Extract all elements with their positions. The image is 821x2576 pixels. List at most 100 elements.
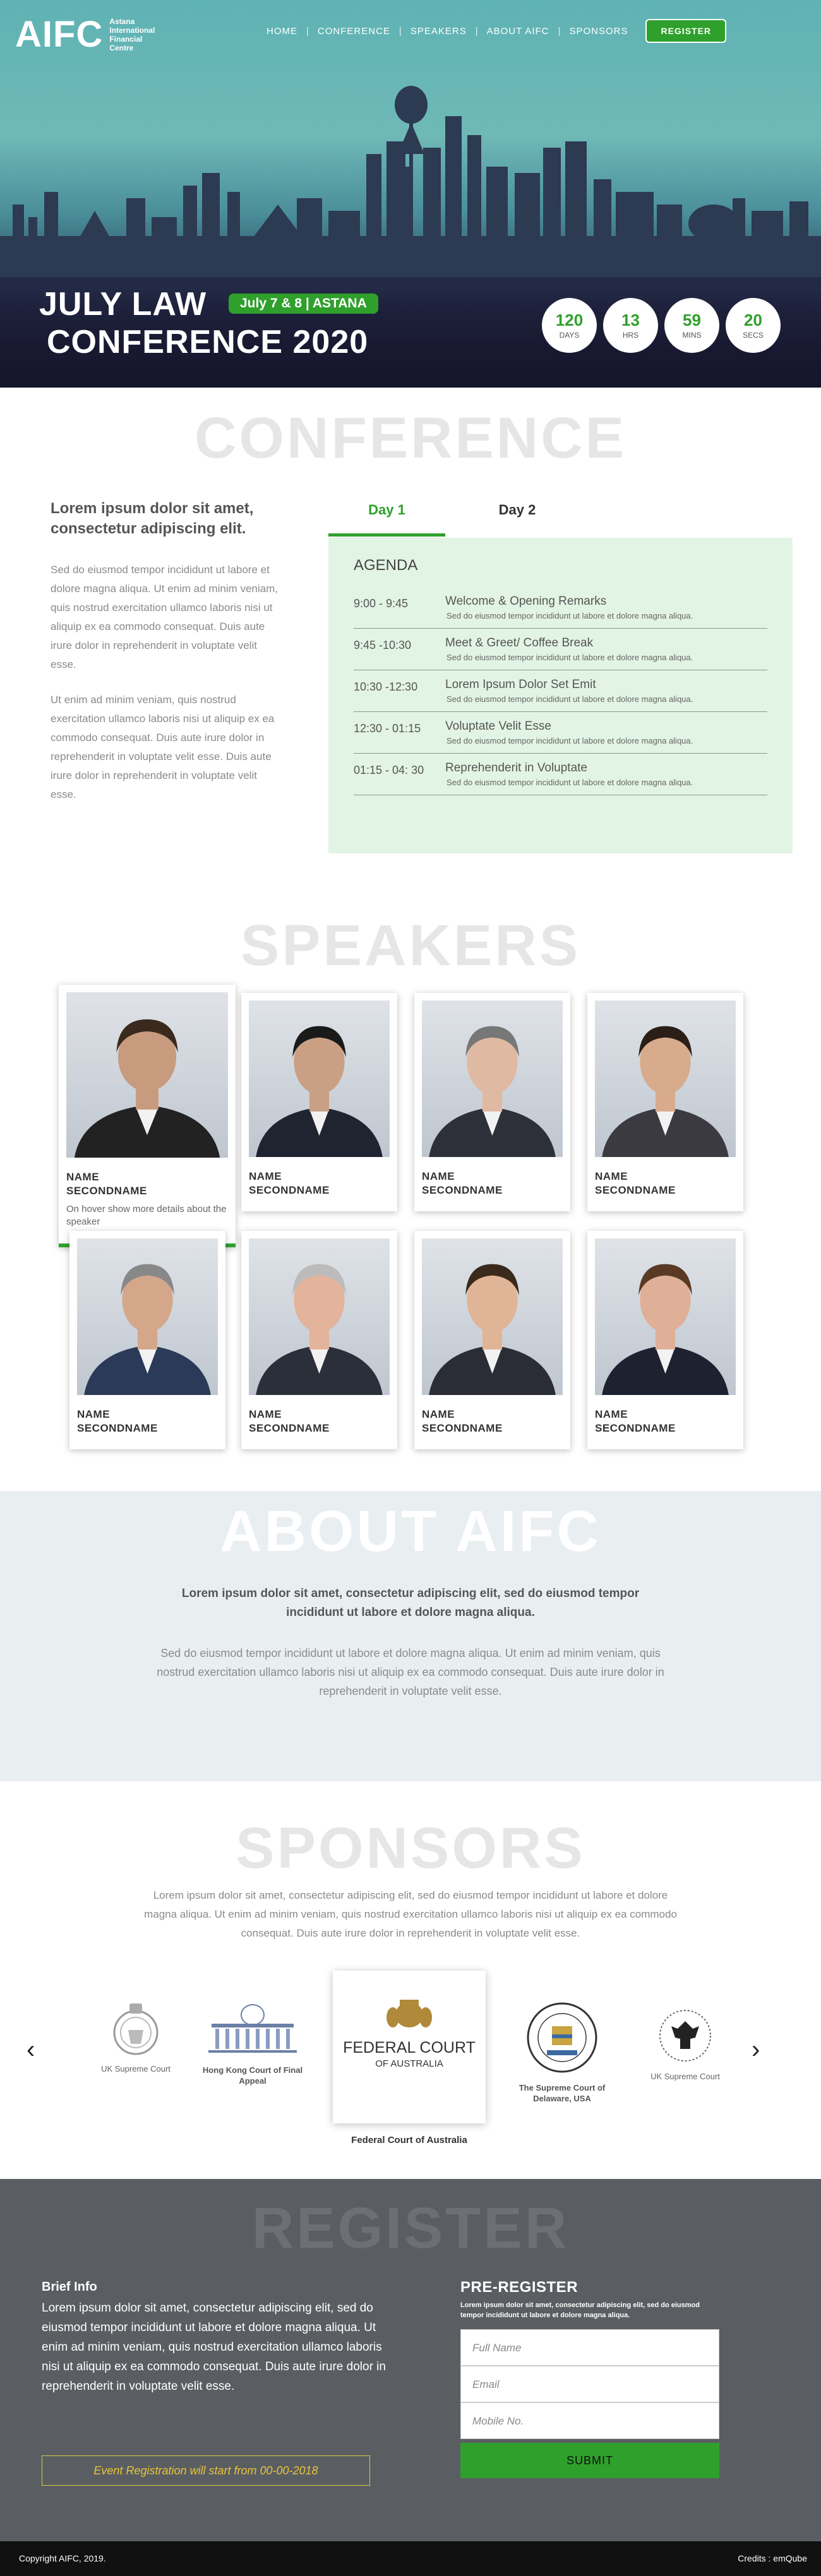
date-location-badge: July 7 & 8 | ASTANA (229, 294, 378, 314)
sponsor-uk-supreme-court[interactable]: UK Supreme Court (95, 2000, 177, 2074)
sponsor-german-court[interactable]: UK Supreme Court (644, 2007, 726, 2082)
conference-intro: Lorem ipsum dolor sit amet, consectetur … (51, 499, 284, 821)
full-name-field[interactable]: Full Name (460, 2329, 719, 2366)
nav-speakers[interactable]: SPEAKERS (402, 26, 476, 37)
agenda-time: 9:45 -10:30 (354, 639, 412, 651)
uk-supreme-court-crest-icon (113, 2003, 159, 2055)
mobile-field[interactable]: Mobile No. (460, 2402, 719, 2439)
email-field[interactable]: Email (460, 2366, 719, 2402)
about-section-title: ABOUT AIFC (220, 1499, 601, 1564)
agenda-row: 9:00 - 9:45 Welcome & Opening Remarks Sed … (354, 587, 767, 629)
main-nav: HOME | CONFERENCE | SPEAKERS | ABOUT AIFC | … (258, 19, 727, 43)
agenda-time: 9:00 - 9:45 (354, 597, 409, 610)
agenda-row: 12:30 - 01:15 Voluptate Velit Esse Sed do … (354, 712, 767, 754)
pre-register-text: Lorem ipsum dolor sit amet, consectetur … (460, 2301, 700, 2319)
hero-banner: AIFC Astana International Financial Cent… (0, 0, 821, 388)
carousel-prev-icon[interactable]: ‹ (27, 2036, 35, 2064)
conference-paragraph: Ut enim ad minim veniam, quis nostrud ex… (51, 694, 275, 800)
agenda-row: 10:30 -12:30 Lorem Ipsum Dolor Set Emit Se… (354, 670, 767, 712)
footer: Copyright AIFC, 2019. Credits : emQube (0, 2541, 821, 2576)
city-skyline-illustration (0, 86, 821, 287)
countdown-value: 120 (555, 310, 584, 329)
brief-info: Brief Info Lorem ipsum dolor sit amet, c… (42, 2280, 395, 2396)
agenda-item-desc: Sed do eiusmod tempor incididunt ut labo… (446, 653, 693, 662)
register-button[interactable]: REGISTER (645, 19, 727, 43)
hong-kong-court-building-icon (208, 2004, 297, 2053)
speaker-photo (422, 1238, 563, 1395)
agenda-item-title: Lorem Ipsum Dolor Set Emit (445, 678, 596, 691)
agenda-title: AGENDA (354, 557, 418, 574)
nav-separator: | (399, 25, 402, 37)
agenda-item-title: Welcome & Opening Remarks (445, 595, 607, 608)
tab-day-1[interactable]: Day 1 (328, 499, 445, 537)
sponsor-caption: UK Supreme Court (650, 2072, 720, 2081)
agenda-time: 10:30 -12:30 (354, 680, 418, 693)
nav-separator: | (558, 25, 561, 37)
about-text: Sed do eiusmod tempor incididunt ut labo… (157, 1647, 664, 1697)
agenda-item-title: Reprehenderit in Voluptate (445, 761, 587, 775)
pre-register-title: PRE-REGISTER (460, 2279, 578, 2296)
speaker-card[interactable]: NAME SECONDNAME (241, 993, 397, 1211)
nav-about[interactable]: ABOUT AIFC (478, 26, 558, 37)
countdown-minutes: 59 MINS (664, 298, 719, 353)
aifc-logo[interactable]: AIFC Astana International Financial Cent… (15, 16, 166, 53)
register-section-title: REGISTER (251, 2196, 570, 2260)
nav-sponsors[interactable]: SPONSORS (560, 26, 637, 37)
speaker-photo (595, 1000, 736, 1157)
nav-home[interactable]: HOME (258, 26, 306, 37)
carousel-next-icon[interactable]: › (752, 2036, 760, 2064)
brief-text: Lorem ipsum dolor sit amet, consectetur … (42, 2301, 386, 2393)
speaker-photo (249, 1000, 390, 1157)
pre-register-form: PRE-REGISTER Lorem ipsum dolor sit amet,… (460, 2279, 719, 2478)
about-lead: Lorem ipsum dolor sit amet, consectetur … (181, 1587, 640, 1619)
speaker-name: NAME SECONDNAME (595, 1408, 676, 1434)
nav-conference[interactable]: CONFERENCE (309, 26, 399, 37)
speaker-photo (422, 1000, 563, 1157)
speaker-name: NAME SECONDNAME (422, 1170, 503, 1196)
countdown-unit: HRS (622, 330, 639, 340)
speaker-card[interactable]: NAME SECONDNAME (414, 1231, 570, 1449)
sponsor-caption: The Supreme Court of Delaware, USA (518, 2083, 606, 2103)
speaker-name: NAME SECONDNAME (249, 1170, 330, 1196)
countdown-value: 59 (683, 310, 701, 329)
federal-court-logo-line1: FEDERAL COURT (343, 2039, 476, 2057)
agenda-row: 01:15 - 04: 30 Reprehenderit in Voluptate… (354, 754, 767, 795)
event-registration-note: Event Registration will start from 00-00… (42, 2455, 370, 2486)
brief-title: Brief Info (42, 2280, 97, 2294)
countdown-timer: 120 DAYS 13 HRS 59 MINS 20 SECS (542, 298, 781, 353)
submit-button[interactable]: SUBMIT (460, 2443, 719, 2478)
speaker-hover-note: On hover show more details about the spe… (66, 1204, 227, 1227)
conference-lead: Lorem ipsum dolor sit amet, consectetur … (51, 500, 254, 537)
conference-section-title: CONFERENCE (194, 406, 627, 470)
credits-link[interactable]: Credits : emQube (738, 2553, 807, 2563)
sponsor-caption: UK Supreme Court (101, 2064, 171, 2074)
agenda-item-title: Meet & Greet/ Coffee Break (445, 636, 594, 650)
speaker-card[interactable]: NAME SECONDNAME On hover show more details… (59, 985, 236, 1247)
agenda-item-desc: Sed do eiusmod tempor incididunt ut labo… (446, 778, 693, 787)
speaker-card[interactable]: NAME SECONDNAME (587, 993, 743, 1211)
speaker-name: NAME SECONDNAME (422, 1408, 503, 1434)
nav-separator: | (306, 25, 309, 37)
sponsor-hong-kong-court[interactable]: Hong Kong Court of Final Appeal (196, 2001, 309, 2086)
copyright-text: Copyright AIFC, 2019. (19, 2553, 106, 2563)
day-tabs: Day 1 Day 2 (328, 499, 793, 537)
countdown-unit: DAYS (559, 330, 580, 340)
speaker-card[interactable]: NAME SECONDNAME (587, 1231, 743, 1449)
countdown-days: 120 DAYS (542, 298, 597, 353)
speaker-card[interactable]: NAME SECONDNAME (69, 1231, 225, 1449)
delaware-court-seal-icon (527, 2002, 597, 2073)
tab-day-2[interactable]: Day 2 (445, 499, 589, 537)
register-section: REGISTER Brief Info Lorem ipsum dolor si… (0, 2179, 821, 2541)
speaker-card[interactable]: NAME SECONDNAME (414, 993, 570, 1211)
speaker-card[interactable]: NAME SECONDNAME (241, 1231, 397, 1449)
agenda-time: 12:30 - 01:15 (354, 722, 421, 735)
logo-subtitle: Astana International Financial Centre (109, 17, 155, 52)
agenda-panel: AGENDA 9:00 - 9:45 Welcome & Opening Rema… (328, 538, 793, 853)
sponsor-delaware-court[interactable]: The Supreme Court of Delaware, USA (512, 2000, 613, 2104)
speaker-name: NAME SECONDNAME (66, 1171, 147, 1197)
agenda-item-desc: Sed do eiusmod tempor incididunt ut labo… (446, 611, 693, 620)
sponsor-caption-featured: Federal Court of Australia (351, 2135, 467, 2146)
speaker-photo (77, 1238, 218, 1395)
countdown-unit: MINS (682, 330, 702, 340)
sponsor-federal-court-card[interactable]: FEDERAL COURT OF AUSTRALIA (333, 1971, 486, 2123)
